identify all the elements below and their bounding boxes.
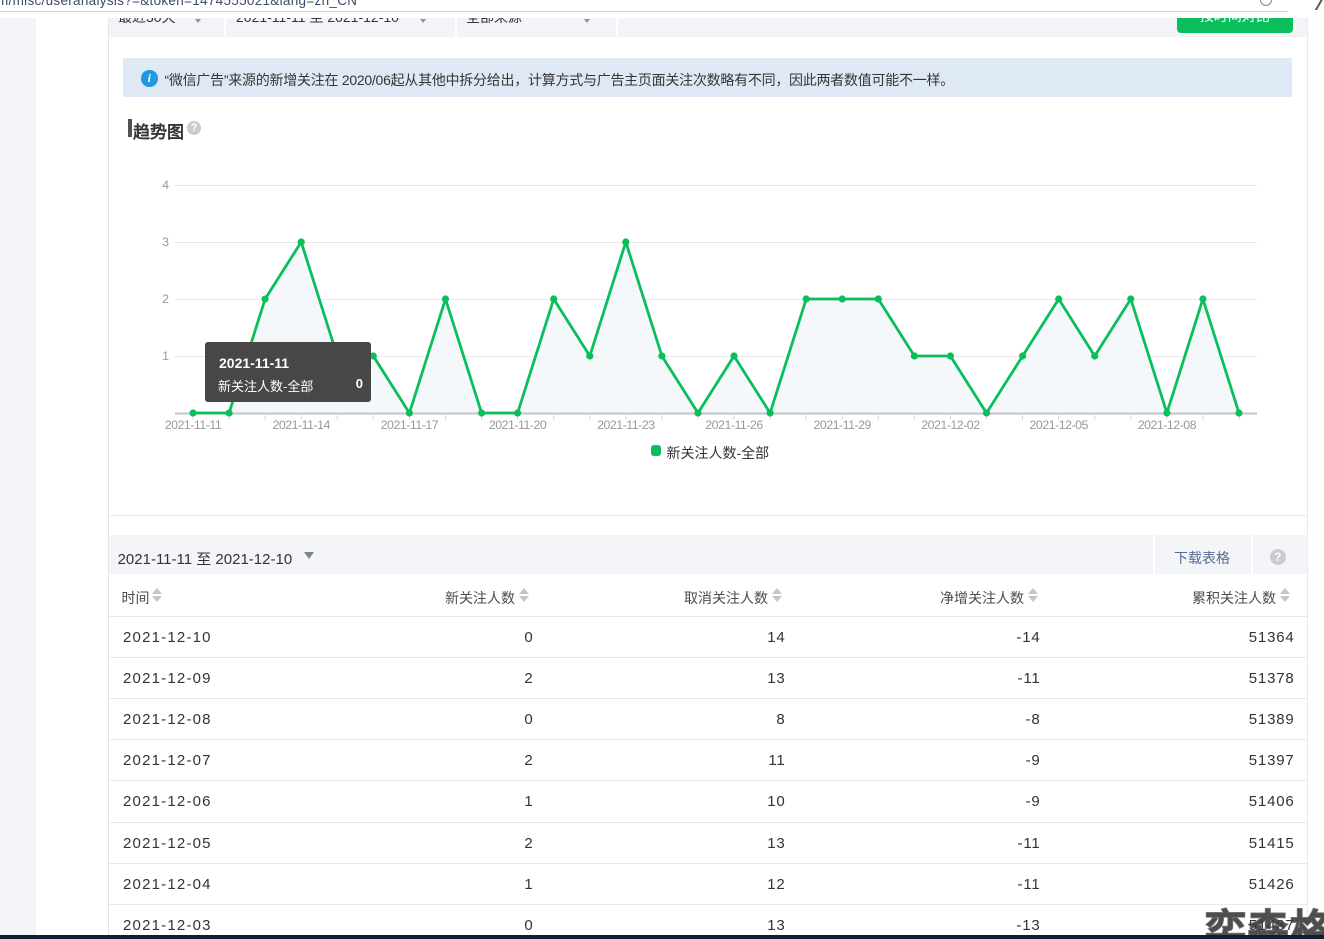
svg-text:2021-12-08: 2021-12-08 bbox=[1138, 418, 1197, 432]
svg-text:2021-11-20: 2021-11-20 bbox=[489, 418, 547, 432]
svg-text:2021-11-29: 2021-11-29 bbox=[813, 418, 871, 432]
svg-text:2021-12-05: 2021-12-05 bbox=[1030, 418, 1089, 432]
svg-text:1: 1 bbox=[162, 349, 169, 363]
svg-text:2021-11-11: 2021-11-11 bbox=[165, 418, 222, 432]
svg-text:2021-11-17: 2021-11-17 bbox=[381, 418, 439, 432]
svg-text:2: 2 bbox=[162, 292, 169, 306]
svg-text:2021-11-26: 2021-11-26 bbox=[705, 418, 763, 432]
svg-text:2021-11-14: 2021-11-14 bbox=[272, 418, 330, 432]
svg-text:2021-12-02: 2021-12-02 bbox=[921, 418, 980, 432]
svg-text:4: 4 bbox=[162, 178, 169, 192]
svg-text:2021-11-23: 2021-11-23 bbox=[597, 418, 655, 432]
svg-text:3: 3 bbox=[162, 235, 169, 249]
